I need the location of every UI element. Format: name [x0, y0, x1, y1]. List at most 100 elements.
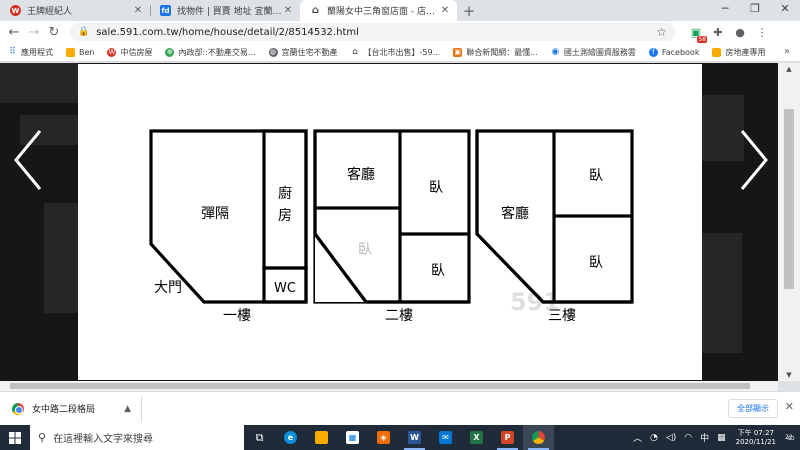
- show-hidden-icons-icon[interactable]: ︿: [633, 431, 642, 444]
- taskbar-mail[interactable]: ✉: [430, 425, 461, 450]
- horizontal-scrollbar[interactable]: [0, 381, 778, 391]
- mail-icon: ✉: [439, 431, 452, 444]
- close-icon[interactable]: ✕: [132, 5, 144, 16]
- bookmark-facebook[interactable]: f Facebook: [648, 47, 699, 57]
- bookmark-label: Ben: [79, 47, 95, 57]
- floor1-label: 一樓: [223, 308, 251, 324]
- close-icon[interactable]: ✕: [282, 5, 294, 16]
- search-placeholder: 在這裡輸入文字來搜尋: [53, 434, 154, 445]
- house-icon: ⌂: [352, 47, 358, 57]
- notification-count: 22: [785, 434, 793, 441]
- close-window-icon[interactable]: ✕: [770, 0, 800, 21]
- scroll-down-icon[interactable]: ▼: [778, 371, 800, 379]
- taskbar-excel[interactable]: X: [461, 425, 492, 450]
- tab-strip: W 王牌經紀人 ✕ fd 找物件 | 買賣 地址 宜蘭縣 宜蘭市 ✕ ⌂ 蘭陽女…: [0, 0, 800, 21]
- address-bar[interactable]: 🔒 sale.591.com.tw/home/house/detail/2/85…: [70, 23, 675, 41]
- restore-icon[interactable]: ❐: [740, 0, 770, 21]
- gov-icon: ⊕: [165, 47, 175, 57]
- tab-listing[interactable]: ⌂ 蘭陽女中三角窗店面 - 店面出售 ✕: [300, 0, 457, 21]
- close-icon[interactable]: ✕: [785, 400, 794, 413]
- network-icon[interactable]: ◔: [650, 433, 658, 443]
- volume-icon[interactable]: ◁): [666, 433, 676, 443]
- notification-center-icon[interactable]: ▭ 22: [782, 433, 800, 442]
- taskbar-app[interactable]: ◈: [368, 425, 399, 450]
- bookmark-udn[interactable]: ▣ 聯合新聞網：最懂...: [453, 47, 538, 58]
- bookmark-apps[interactable]: ⠿ 應用程式: [8, 47, 53, 58]
- clock[interactable]: 下午 07:27 2020/11/21: [736, 429, 776, 447]
- bookmark-yilan[interactable]: ◍ 宜蘭住宅不動產: [268, 47, 338, 58]
- folder-icon: [66, 47, 75, 57]
- dimmed-page-header: [0, 63, 78, 103]
- start-button[interactable]: [0, 431, 30, 444]
- more-bookmarks-icon[interactable]: »: [784, 46, 790, 57]
- new-tab-button[interactable]: +: [457, 0, 481, 21]
- minimize-icon[interactable]: ─: [710, 0, 740, 21]
- bookmark-591[interactable]: ⌂ 【台北市出售】-59...: [351, 47, 440, 58]
- taskbar-explorer[interactable]: [306, 425, 337, 450]
- chrome-icon: [12, 402, 24, 415]
- floor1-door-label: 大門: [154, 280, 182, 296]
- shield-icon: W: [107, 47, 117, 57]
- downloads-bar: 女中路二段格局 ▲ 全部顯示 ✕: [0, 391, 800, 425]
- bookmark-label: 國土測繪圖資服務雲: [563, 47, 636, 57]
- previous-image-arrow-icon[interactable]: [10, 125, 50, 195]
- tab-search-results[interactable]: fd 找物件 | 買賣 地址 宜蘭縣 宜蘭市 ✕: [150, 0, 300, 21]
- next-image-arrow-icon[interactable]: [732, 125, 772, 195]
- folder-icon: [712, 47, 722, 57]
- taskbar-word[interactable]: W: [399, 425, 430, 450]
- download-item[interactable]: 女中路二段格局 ▲: [0, 395, 142, 422]
- reload-icon[interactable]: ↻: [44, 25, 64, 40]
- hscrollbar-thumb[interactable]: [10, 383, 750, 389]
- window-controls: ─ ❐ ✕: [710, 0, 800, 21]
- floor1-kitchen-label-1: 廚: [278, 185, 292, 202]
- tab-title: 蘭陽女中三角窗店面 - 店面出售: [327, 7, 439, 17]
- floor1-kitchen-label-2: 房: [278, 208, 292, 224]
- vertical-scrollbar[interactable]: ▲ ▼: [778, 63, 800, 381]
- taskbar-search-box[interactable]: ⚲ 在這裡輸入文字來搜尋: [30, 425, 244, 450]
- bookmark-ctbc[interactable]: W 中信房屋: [107, 47, 152, 58]
- taskbar-powerpoint[interactable]: P: [492, 425, 523, 450]
- bookmark-realestate[interactable]: 房地產專用: [712, 47, 765, 58]
- extension-icon[interactable]: ▣ 58: [685, 26, 707, 43]
- back-icon[interactable]: ←: [4, 25, 24, 40]
- bookmark-label: 應用程式: [21, 47, 53, 57]
- close-icon[interactable]: ✕: [439, 5, 451, 16]
- clock-time: 下午 07:27: [737, 428, 775, 437]
- powerpoint-icon: P: [501, 431, 514, 444]
- lock-icon[interactable]: 🔒: [78, 27, 89, 37]
- globe-icon: ◍: [268, 47, 278, 57]
- taskbar-chrome[interactable]: [523, 425, 554, 450]
- taskbar-edge[interactable]: e: [275, 425, 306, 450]
- bookmark-nlsc[interactable]: ◉ 國土測繪圖資服務雲: [551, 47, 636, 58]
- chevron-up-icon[interactable]: ▲: [124, 404, 131, 414]
- shield-icon: W: [10, 5, 21, 16]
- chrome-icon: [532, 431, 545, 444]
- word-icon: W: [408, 431, 421, 444]
- bookmark-ben[interactable]: Ben: [66, 47, 95, 57]
- menu-icon[interactable]: ⋮: [751, 26, 773, 39]
- task-view-button[interactable]: ⧉: [244, 425, 275, 450]
- ime-indicator[interactable]: 中: [700, 431, 709, 444]
- floor3-living-label: 客廳: [501, 205, 529, 222]
- puzzle-icon[interactable]: ✚: [707, 26, 729, 39]
- bookmark-label: 宜蘭住宅不動產: [281, 47, 338, 57]
- floor3-bed1-label: 臥: [589, 168, 603, 184]
- dimmed-page-image: [44, 203, 78, 313]
- forward-icon[interactable]: →: [24, 25, 44, 40]
- wifi-icon[interactable]: ◠: [684, 433, 692, 443]
- show-all-downloads-button[interactable]: 全部顯示: [728, 399, 778, 418]
- bookmarks-bar: ⠿ 應用程式 Ben W 中信房屋 ⊕ 內政部::不動產交易... ◍ 宜蘭住宅…: [0, 43, 800, 62]
- store-icon: ▦: [346, 431, 359, 444]
- scrollbar-thumb[interactable]: [784, 109, 794, 289]
- scroll-up-icon[interactable]: ▲: [778, 65, 800, 73]
- search-icon: ⚲: [38, 431, 47, 444]
- profile-icon[interactable]: ●: [729, 26, 751, 39]
- bookmark-moi[interactable]: ⊕ 內政部::不動產交易...: [165, 47, 256, 58]
- keyboard-icon[interactable]: ▦: [717, 433, 726, 443]
- bookmark-star-icon[interactable]: ☆: [656, 25, 667, 39]
- floorplan-lightbox: 彈隔 廚 房 WC 大門 一樓 客廳 臥 臥 臥 二樓 客廳 臥 臥 三樓 59…: [78, 64, 702, 380]
- taskbar-store[interactable]: ▦: [337, 425, 368, 450]
- dimmed-page-image: [702, 233, 742, 353]
- house-icon: ⌂: [311, 5, 320, 16]
- tab-wangpai[interactable]: W 王牌經紀人 ✕: [0, 0, 150, 21]
